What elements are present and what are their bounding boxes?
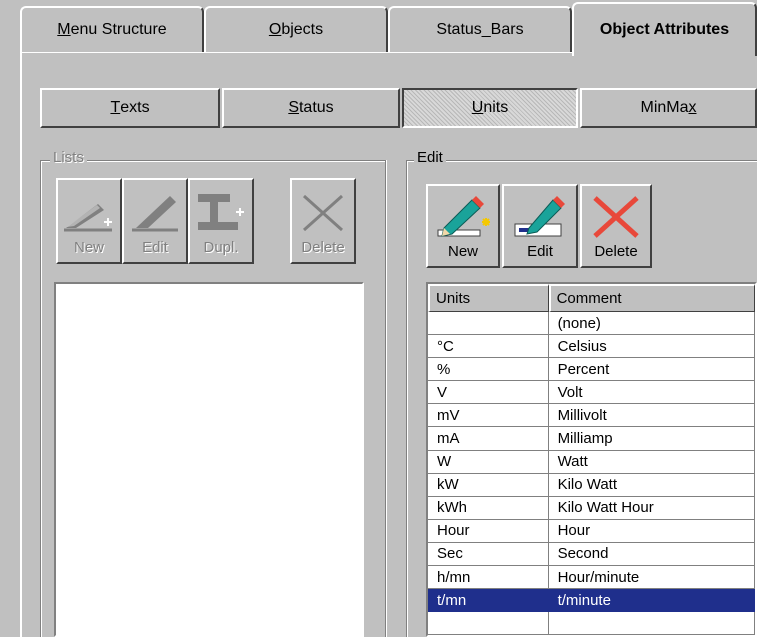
subtab-status[interactable]: Status <box>222 88 400 128</box>
edit-delete-button[interactable]: Delete <box>580 184 652 268</box>
table-row[interactable]: W Watt <box>428 450 755 474</box>
comment-cell: Millivolt <box>548 404 755 428</box>
lists-edit-button[interactable]: Edit <box>122 178 188 264</box>
lists-edit-label: Edit <box>142 239 168 256</box>
subtab-texts-label: exts <box>120 99 150 116</box>
unit-cell: Hour <box>428 519 549 543</box>
panel-edge <box>20 51 22 637</box>
lists-delete-label: Delete <box>301 239 345 256</box>
table-row[interactable]: h/mn Hour/minute <box>428 566 755 590</box>
lists-new-label: New <box>73 239 104 256</box>
table-row[interactable]: kWh Kilo Watt Hour <box>428 496 755 520</box>
table-row[interactable]: mA Milliamp <box>428 427 755 451</box>
comment-cell: Hour/minute <box>548 566 755 590</box>
table-row[interactable]: V Volt <box>428 381 755 405</box>
unit-cell: W <box>428 450 549 474</box>
comment-cell: Watt <box>548 450 755 474</box>
lists-duplicate-label: Dupl. <box>203 239 239 256</box>
edit-edit-label: Edit <box>527 243 553 260</box>
tab-objects-mnemonic: O <box>268 21 282 38</box>
table-row[interactable]: kW Kilo Watt <box>428 473 755 497</box>
lists-group-label: Lists <box>50 149 87 166</box>
tab-object-attributes-label: Object Attributes <box>599 21 730 38</box>
comment-cell: Kilo Watt <box>548 473 755 497</box>
unit-cell: kWh <box>428 496 549 520</box>
tab-objects[interactable]: Objects <box>204 6 388 52</box>
edit-draw-icon <box>132 196 178 232</box>
table-row[interactable]: mV Millivolt <box>428 404 755 428</box>
table-row[interactable]: Sec Second <box>428 542 755 567</box>
edit-new-button[interactable]: New <box>426 184 500 268</box>
units-table[interactable]: Units Comment (none) °C Celsius% Percent V Vo… <box>426 282 757 637</box>
subtab-units[interactable]: Units <box>402 88 578 128</box>
delete-red-x-icon <box>593 196 639 238</box>
subtab-texts[interactable]: Texts <box>40 88 220 128</box>
comment-cell: Kilo Watt Hour <box>548 496 755 520</box>
comment-cell: Milliamp <box>548 427 755 451</box>
tab-menu-structure-label: enu Structure <box>70 21 167 38</box>
comment-cell: Percent <box>548 358 755 382</box>
tab-objects-label: bjects <box>281 21 324 38</box>
unit-cell: Sec <box>428 542 549 567</box>
subtab-units-label: nits <box>483 99 509 116</box>
subtab-status-label: tatus <box>298 99 334 116</box>
unit-cell: mV <box>428 404 549 428</box>
comment-column-header[interactable]: Comment <box>548 284 755 312</box>
new-draw-icon <box>64 204 112 232</box>
edit-delete-label: Delete <box>594 243 638 260</box>
table-row[interactable] <box>428 612 755 635</box>
unit-cell: V <box>428 381 549 405</box>
lists-delete-button[interactable]: Delete <box>290 178 356 264</box>
unit-cell: % <box>428 358 549 382</box>
units-table-body: (none) °C Celsius% Percent V Volt mV Millivolt m… <box>428 312 755 635</box>
subtab-minmax[interactable]: MinMa x <box>580 88 757 128</box>
comment-cell: Volt <box>548 381 755 405</box>
edit-edit-button[interactable]: Edit <box>502 184 578 268</box>
comment-cell: Hour <box>548 519 755 543</box>
unit-cell: mA <box>428 427 549 451</box>
lists-duplicate-button[interactable]: Dupl. <box>188 178 254 264</box>
duplicate-icon <box>198 194 244 230</box>
tab-object-attributes[interactable]: Object Attributes <box>572 2 757 56</box>
comment-cell: (none) <box>548 312 755 336</box>
table-row[interactable]: t/mn t/minute <box>428 589 755 613</box>
subtab-minmax-mnemonic: x <box>688 99 697 116</box>
tab-status-bars-label: Status_Bars <box>436 21 524 38</box>
lists-listbox[interactable] <box>54 282 364 637</box>
table-row[interactable]: Hour Hour <box>428 519 755 543</box>
table-row[interactable]: °C Celsius <box>428 335 755 359</box>
unit-cell <box>428 612 549 635</box>
subtab-minmax-label: MinMa <box>640 99 689 116</box>
lists-new-button[interactable]: New <box>56 178 122 264</box>
new-pencil-icon <box>437 196 490 237</box>
tab-menu-structure-mnemonic: M <box>57 21 71 38</box>
edit-group-label: Edit <box>414 149 446 166</box>
table-row[interactable]: (none) <box>428 312 755 336</box>
subtab-status-mnemonic: S <box>288 99 299 116</box>
unit-cell: kW <box>428 473 549 497</box>
unit-cell: h/mn <box>428 566 549 590</box>
comment-cell: t/minute <box>548 589 755 613</box>
subtab-units-mnemonic: U <box>471 99 484 116</box>
comment-cell: Second <box>548 542 755 567</box>
comment-cell: Celsius <box>548 335 755 359</box>
subtab-texts-mnemonic: T <box>110 99 121 116</box>
unit-cell <box>428 312 549 336</box>
table-row[interactable]: % Percent <box>428 358 755 382</box>
units-column-header[interactable]: Units <box>428 284 549 312</box>
tab-menu-structure[interactable]: Menu Structure <box>20 6 204 52</box>
units-table-header: Units Comment <box>428 284 755 312</box>
unit-cell: t/mn <box>428 589 549 613</box>
tab-status-bars[interactable]: Status_Bars <box>388 6 572 52</box>
comment-cell <box>548 612 755 635</box>
edit-pencil-icon <box>514 196 565 237</box>
edit-new-label: New <box>447 243 478 260</box>
unit-cell: °C <box>428 335 549 359</box>
delete-x-icon <box>302 194 344 232</box>
